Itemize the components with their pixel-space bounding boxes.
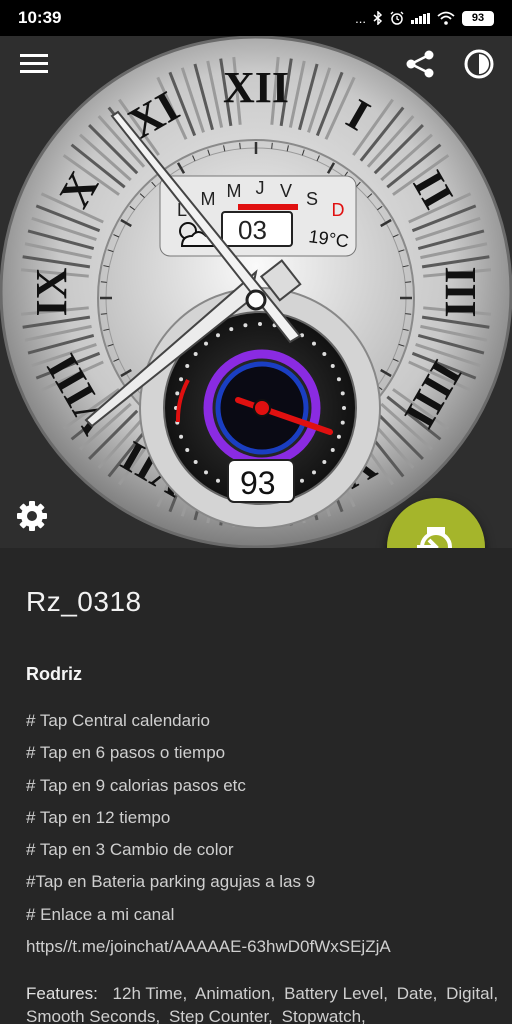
sub-dial-dot [300, 478, 304, 483]
sub-dial-dot [336, 434, 341, 439]
status-bar: 10:39 ... 93 [0, 0, 512, 36]
feature-item: Battery Level, [284, 984, 389, 1003]
sub-dial-dot [193, 352, 198, 357]
sub-dial-dot [185, 448, 190, 452]
weekday-letter: J [256, 178, 265, 198]
theme-button[interactable] [461, 46, 497, 82]
sub-dial-dot [322, 459, 327, 464]
channel-link[interactable]: https//t.me/joinchat/AAAAAE-63hwD0fWxSEj… [26, 934, 496, 966]
watch-face-preview: XIIIIIIIIIIIIVVIVIIVIIIIXXXI LMMJVSD 03 … [0, 36, 512, 548]
theme-toggle-icon [464, 49, 494, 79]
sub-dial-dot [322, 352, 327, 357]
weekday-letter: M [201, 189, 216, 209]
sub-dial-dot [330, 448, 335, 452]
battery-value[interactable]: 93 [240, 465, 276, 501]
signal-icon [411, 12, 430, 24]
wifi-icon [437, 11, 455, 25]
sub-dial-dot [216, 478, 220, 483]
status-time: 10:39 [18, 8, 62, 27]
menu-button[interactable] [16, 45, 52, 81]
sub-dial-dot [193, 459, 198, 464]
feature-item: Date, [396, 984, 438, 1003]
date-value[interactable]: 03 [238, 215, 267, 245]
gear-icon [17, 501, 47, 531]
feature-item: 12h Time, [112, 984, 188, 1003]
weekday-letter: M [227, 181, 242, 201]
feature-item: Stopwatch, [281, 1007, 366, 1024]
sub-dial-dot [311, 470, 316, 475]
settings-button[interactable] [14, 498, 50, 534]
sub-dial-dot [258, 322, 262, 326]
sub-dial-dot [179, 434, 184, 439]
description-line: # Tap en 3 Cambio de color [26, 840, 234, 860]
sub-dial-dot [216, 333, 220, 338]
sub-dial-dot [179, 377, 184, 382]
feature-item: Animation, [195, 984, 276, 1003]
details-panel: Rz_0318 Rodriz # Tap Central calendario #… [0, 548, 512, 1024]
sub-dial-dot [175, 391, 180, 396]
share-button[interactable] [402, 46, 438, 82]
sub-dial-dot [311, 341, 316, 346]
sub-dial-dot [336, 377, 341, 382]
hamburger-menu-icon [20, 54, 48, 73]
description-line: # Enlace a mi canal [26, 904, 175, 924]
weekday-letter: S [306, 189, 318, 209]
tick-mark [239, 142, 241, 149]
tick-mark [271, 142, 273, 149]
description-line: # Tap en 6 pasos o tiempo [26, 743, 226, 763]
feature-item: Smooth Seconds, [26, 1007, 161, 1024]
roman-numeral: III [436, 266, 485, 317]
tick-mark [405, 313, 412, 315]
sub-dial-dot [229, 327, 234, 332]
description-line: # Tap en 12 tiempo [26, 807, 171, 827]
more-notifications-icon: ... [355, 10, 366, 26]
sub-dial-dot [204, 470, 209, 475]
features-list: Features: 12h Time, Animation, Battery L… [26, 982, 506, 1024]
roman-numeral: IX [27, 267, 76, 316]
description-line: # Tap Central calendario [26, 711, 210, 730]
watch-face-graphic: XIIIIIIIIIIIIVVIVIIVIIIIXXXI LMMJVSD 03 … [0, 36, 512, 548]
tick-mark [100, 313, 107, 315]
sub-dial-dot [342, 406, 346, 410]
sub-dial-dot [340, 420, 345, 425]
author-name[interactable]: Rodriz [26, 664, 82, 685]
weekday-letter: V [280, 181, 292, 201]
battery-icon: 93 [462, 10, 494, 26]
tick-mark [100, 281, 107, 283]
alarm-icon [390, 11, 404, 25]
description: # Tap Central calendario # Tap en 6 pasos… [26, 708, 496, 966]
features-label: Features: [26, 984, 98, 1003]
sub-dial-dot [340, 391, 345, 396]
feature-item: Digital, [446, 984, 499, 1003]
tick-mark [405, 281, 412, 283]
status-icons: ... 93 [355, 10, 494, 26]
bluetooth-icon [373, 11, 383, 25]
description-line: #Tap en Bateria parking agujas a las 9 [26, 872, 316, 892]
share-icon [406, 50, 434, 78]
description-line: # Tap en 9 calorias pasos etc [26, 775, 246, 795]
sub-dial-dot [185, 364, 190, 368]
roman-numeral: XII [223, 63, 289, 112]
feature-item: Step Counter, [168, 1007, 273, 1024]
sub-dial-dot [330, 364, 335, 368]
watch-face-title: Rz_0318 [26, 586, 142, 617]
sub-dial-dot [204, 341, 209, 346]
sub-dial-dot [243, 323, 248, 328]
weekday-letter: D [332, 200, 345, 220]
